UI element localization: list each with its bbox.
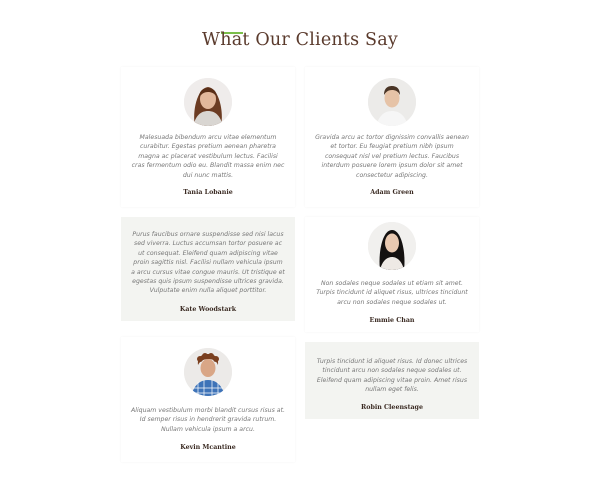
avatar [368,78,416,126]
woman-long-hair-photo-icon [184,78,232,126]
testimonial-quote: Gravida arcu ac tortor dignissim convall… [315,134,469,179]
testimonial-name: Robin Cleenstage [361,404,423,411]
testimonial-card: Non sodales neque sodales ut etiam sit a… [305,217,479,332]
testimonial-card: Purus faucibus ornare suspendisse sed ni… [121,217,295,321]
testimonial-name: Emmie Chan [369,317,415,324]
testimonial-quote: Purus faucibus ornare suspendisse sed ni… [131,231,285,295]
testimonial-card: Malesuada bibendum arcu vitae elementum … [121,67,295,207]
avatar [184,348,232,396]
avatar [368,222,416,270]
man-curly-hair-photo-icon [184,348,232,396]
man-white-shirt-photo-icon [368,78,416,126]
testimonial-name: Kate Woodstark [179,306,237,313]
avatar [184,78,232,126]
testimonial-card: Gravida arcu ac tortor dignissim convall… [305,67,479,207]
section-title: What Our Clients Say [202,30,398,50]
woman-dark-hair-photo-icon [368,222,416,270]
testimonial-quote: Aliquam vestibulum morbi blandit cursus … [131,407,285,433]
testimonial-name: Kevin Mcantine [180,444,236,451]
testimonial-card: Turpis tincidunt id aliquet risus. Id do… [305,342,479,419]
testimonial-quote: Non sodales neque sodales ut etiam sit a… [316,280,468,306]
testimonial-name: Tania Lobanie [183,189,233,196]
testimonial-name: Adam Green [370,189,414,196]
testimonial-quote: Turpis tincidunt id aliquet risus. Id do… [316,358,468,394]
testimonial-quote: Malesuada bibendum arcu vitae elementum … [131,134,285,179]
testimonial-card: Aliquam vestibulum morbi blandit cursus … [121,337,295,462]
